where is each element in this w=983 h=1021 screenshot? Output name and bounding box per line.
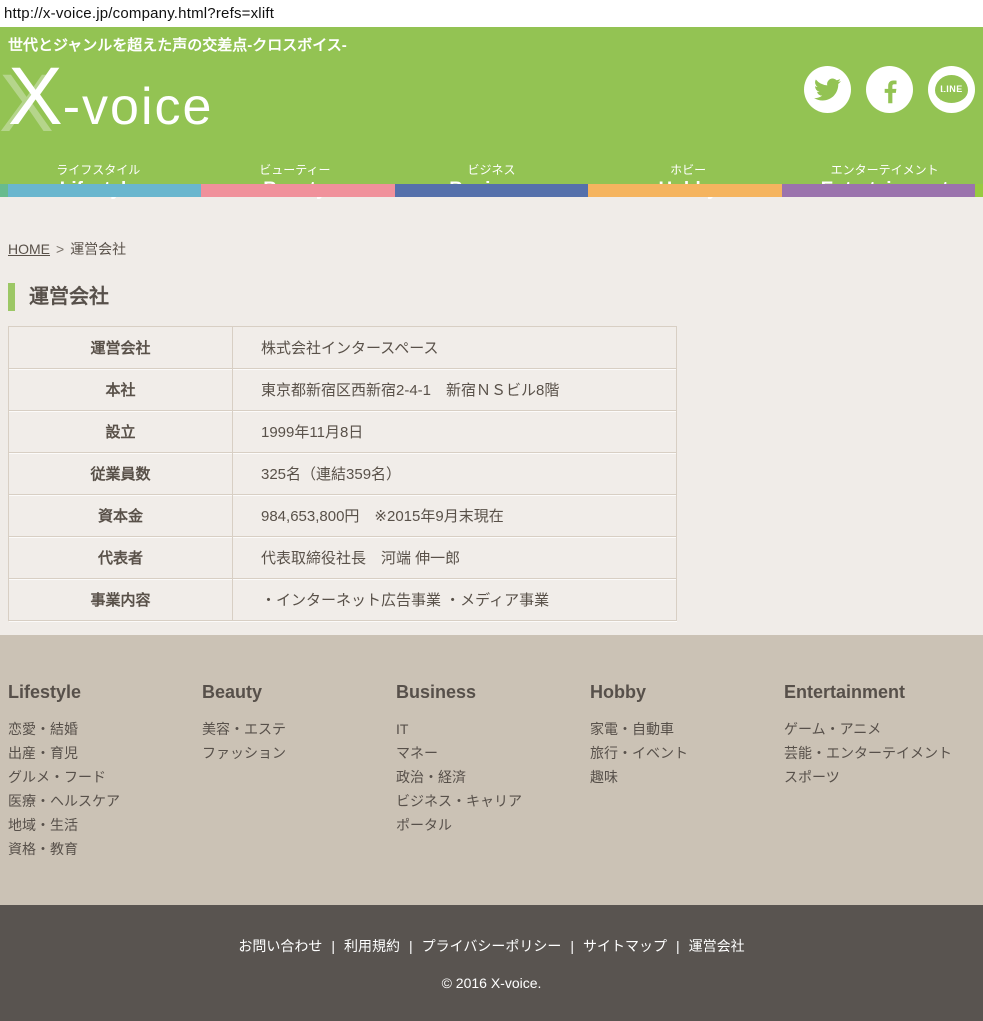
row-value: ・インターネット広告事業 ・メディア事業	[233, 579, 677, 621]
nav-bar-beauty	[201, 184, 394, 197]
nav-hobby-jp: ホビー	[590, 162, 787, 178]
footer-link[interactable]: 資格・教育	[8, 837, 202, 861]
row-label: 代表者	[9, 537, 233, 579]
page-content: HOME > 運営会社 運営会社 運営会社 株式会社インタースペース 本社 東京都新…	[0, 197, 983, 635]
footer-col-title: Business	[396, 682, 590, 703]
nav-business-jp: ビジネス	[393, 162, 590, 178]
footer-link-separator: |	[676, 938, 680, 954]
row-label: 従業員数	[9, 453, 233, 495]
footer-link-sitemap[interactable]: サイトマップ	[583, 938, 667, 954]
footer-link[interactable]: IT	[396, 717, 590, 741]
row-label: 本社	[9, 369, 233, 411]
footer-link[interactable]: グルメ・フード	[8, 765, 202, 789]
nav-category-bars	[0, 184, 983, 197]
row-value: 東京都新宿区西新宿2-4-1 新宿ＮＳビル8階	[233, 369, 677, 411]
nav-bar-lifestyle	[8, 184, 201, 197]
footer-nav: Lifestyle 恋愛・結婚 出産・育児 グルメ・フード 医療・ヘルスケア 地…	[0, 635, 983, 905]
footer-link[interactable]: スポーツ	[784, 765, 978, 789]
twitter-icon[interactable]	[804, 66, 851, 113]
nav-bar-hobby	[588, 184, 781, 197]
footer-link-separator: |	[409, 938, 413, 954]
nav-bar-entertainment	[782, 184, 975, 197]
footer-col-title: Hobby	[590, 682, 784, 703]
breadcrumb: HOME > 運営会社	[8, 239, 983, 259]
row-value: 984,653,800円 ※2015年9月末現在	[233, 495, 677, 537]
copyright: © 2016 X-voice.	[0, 975, 983, 991]
row-value: 1999年11月8日	[233, 411, 677, 453]
footer-link[interactable]: 旅行・イベント	[590, 741, 784, 765]
footer-link[interactable]: ゲーム・アニメ	[784, 717, 978, 741]
table-row: 設立 1999年11月8日	[9, 411, 677, 453]
footer-col-business: Business IT マネー 政治・経済 ビジネス・キャリア ポータル	[396, 682, 590, 905]
logo-x: XX	[8, 55, 63, 139]
company-info-table: 運営会社 株式会社インタースペース 本社 東京都新宿区西新宿2-4-1 新宿ＮＳ…	[8, 326, 677, 621]
browser-url-bar[interactable]: http://x-voice.jp/company.html?refs=xlif…	[0, 0, 983, 27]
footer-link[interactable]: マネー	[396, 741, 590, 765]
footer-link-separator: |	[331, 938, 335, 954]
footer-link[interactable]: 地域・生活	[8, 813, 202, 837]
footer-col-title: Entertainment	[784, 682, 978, 703]
footer-col-beauty: Beauty 美容・エステ ファッション	[202, 682, 396, 905]
line-icon[interactable]: LINE	[928, 66, 975, 113]
footer-link[interactable]: 趣味	[590, 765, 784, 789]
footer-link-terms[interactable]: 利用規約	[344, 938, 400, 954]
nav-beauty-jp: ビューティー	[197, 162, 394, 178]
footer-link[interactable]: 恋愛・結婚	[8, 717, 202, 741]
footer-link[interactable]: 出産・育児	[8, 741, 202, 765]
row-label: 事業内容	[9, 579, 233, 621]
footer-col-title: Lifestyle	[8, 682, 202, 703]
table-row: 従業員数 325名（連結359名）	[9, 453, 677, 495]
browser-url-text[interactable]: http://x-voice.jp/company.html?refs=xlif…	[0, 5, 274, 22]
table-row: 代表者 代表取締役社長 河端 伸一郎	[9, 537, 677, 579]
table-row: 本社 東京都新宿区西新宿2-4-1 新宿ＮＳビル8階	[9, 369, 677, 411]
footer-col-lifestyle: Lifestyle 恋愛・結婚 出産・育児 グルメ・フード 医療・ヘルスケア 地…	[8, 682, 202, 905]
breadcrumb-separator: >	[56, 241, 64, 257]
logo-text: -voice	[63, 78, 214, 136]
breadcrumb-home-link[interactable]: HOME	[8, 241, 50, 257]
footer-link[interactable]: ビジネス・キャリア	[396, 789, 590, 813]
facebook-icon[interactable]	[866, 66, 913, 113]
footer-link[interactable]: ファッション	[202, 741, 396, 765]
site-header: 世代とジャンルを超えた声の交差点-クロスボイス- XX-voice LINE	[0, 27, 983, 184]
footer-link[interactable]: 医療・ヘルスケア	[8, 789, 202, 813]
header-main-row: XX-voice LINE	[0, 55, 983, 162]
footer-link[interactable]: 政治・経済	[396, 765, 590, 789]
row-label: 資本金	[9, 495, 233, 537]
site-tagline: 世代とジャンルを超えた声の交差点-クロスボイス-	[0, 27, 983, 55]
social-links: LINE	[804, 66, 975, 113]
footer-link[interactable]: 美容・エステ	[202, 717, 396, 741]
footer-bottom: お問い合わせ | 利用規約 | プライバシーポリシー | サイトマップ | 運営会社 © 201…	[0, 905, 983, 1021]
footer-link[interactable]: 芸能・エンターテイメント	[784, 741, 978, 765]
footer-col-title: Beauty	[202, 682, 396, 703]
footer-link-privacy[interactable]: プライバシーポリシー	[422, 938, 562, 954]
footer-link-company[interactable]: 運営会社	[689, 938, 745, 954]
footer-link[interactable]: ポータル	[396, 813, 590, 837]
table-row: 運営会社 株式会社インタースペース	[9, 327, 677, 369]
footer-bottom-links: お問い合わせ | 利用規約 | プライバシーポリシー | サイトマップ | 運営会社	[0, 936, 983, 956]
nav-bar-right-cap	[975, 184, 983, 197]
footer-col-hobby: Hobby 家電・自動車 旅行・イベント 趣味	[590, 682, 784, 905]
footer-col-entertainment: Entertainment ゲーム・アニメ 芸能・エンターテイメント スポーツ	[784, 682, 978, 905]
row-value: 株式会社インタースペース	[233, 327, 677, 369]
footer-link[interactable]: 家電・自動車	[590, 717, 784, 741]
row-value: 325名（連結359名）	[233, 453, 677, 495]
nav-entertainment-jp: エンターテイメント	[786, 162, 983, 178]
nav-lifestyle-jp: ライフスタイル	[0, 162, 197, 178]
table-row: 事業内容 ・インターネット広告事業 ・メディア事業	[9, 579, 677, 621]
row-value: 代表取締役社長 河端 伸一郎	[233, 537, 677, 579]
row-label: 設立	[9, 411, 233, 453]
page-title: 運営会社	[8, 283, 983, 311]
nav-bar-left-cap	[0, 184, 8, 197]
site-logo[interactable]: XX-voice	[8, 55, 213, 162]
nav-bar-business	[395, 184, 588, 197]
footer-link-contact[interactable]: お問い合わせ	[238, 938, 322, 954]
row-label: 運営会社	[9, 327, 233, 369]
table-row: 資本金 984,653,800円 ※2015年9月末現在	[9, 495, 677, 537]
footer-link-separator: |	[570, 938, 574, 954]
breadcrumb-current: 運営会社	[70, 241, 126, 257]
